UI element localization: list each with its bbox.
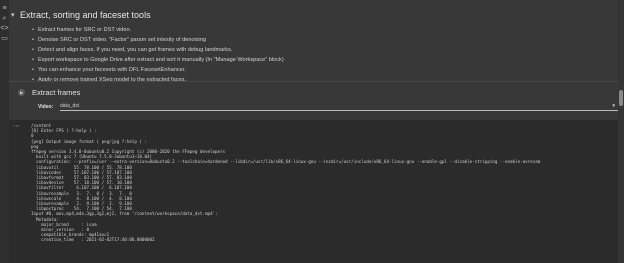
cell-output: ⋯ /content [0] Enter FPS ( ?:help ) :0 [pn… bbox=[9, 120, 618, 263]
notebook-page: ▾ Extract, sorting and faceset tools Ext… bbox=[9, 0, 624, 263]
scrollbar-thumb[interactable] bbox=[619, 90, 623, 106]
video-label: Video: bbox=[38, 103, 54, 110]
section-title: Extract, sorting and faceset tools bbox=[20, 10, 151, 20]
left-rail: ≡ ⌕ <> ▭ bbox=[0, 0, 9, 263]
list-item: Extract frames for SRC or DST video. bbox=[32, 25, 284, 35]
video-select[interactable]: data_dst ▼ bbox=[60, 102, 618, 111]
section-header[interactable]: ▾ Extract, sorting and faceset tools bbox=[11, 9, 151, 21]
cell-title: Extract frames bbox=[32, 88, 81, 97]
extract-frames-cell: ▶ Extract frames Video: data_dst ▼ bbox=[9, 82, 618, 119]
output-line: creation_time : 2021-02-02T17:40:08.0000… bbox=[31, 237, 155, 243]
list-item: You can enhance your facesets with DFL F… bbox=[32, 65, 284, 75]
intro-list: Extract frames for SRC or DST video. Den… bbox=[32, 25, 284, 85]
output-options-icon[interactable]: ⋯ bbox=[13, 122, 20, 130]
video-form-row: Video: data_dst ▼ bbox=[38, 102, 618, 111]
output-line: configuration: --prefix=/usr --extra-ver… bbox=[31, 159, 541, 165]
output-text: /content [0] Enter FPS ( ?:help ) :0 [png]… bbox=[31, 123, 618, 243]
video-select-value: data_dst bbox=[60, 103, 80, 109]
list-item: Export workspace to Google Drive after e… bbox=[32, 55, 284, 65]
folder-icon[interactable]: ▭ bbox=[0, 34, 9, 43]
menu-icon[interactable]: ≡ bbox=[0, 4, 9, 13]
play-icon: ▶ bbox=[19, 90, 24, 95]
dropdown-arrow-icon[interactable]: ▼ bbox=[612, 102, 616, 110]
list-item: Denoise SRC or DST video. "Factor" param… bbox=[32, 35, 284, 45]
scrollbar[interactable] bbox=[618, 0, 624, 263]
search-icon[interactable]: ⌕ bbox=[0, 14, 9, 23]
collapse-toggle-icon[interactable]: ▾ bbox=[11, 11, 18, 19]
code-icon[interactable]: <> bbox=[0, 24, 9, 33]
run-cell-button[interactable]: ▶ bbox=[18, 89, 25, 96]
list-item: Detect and align faces. If you need, you… bbox=[32, 45, 284, 55]
